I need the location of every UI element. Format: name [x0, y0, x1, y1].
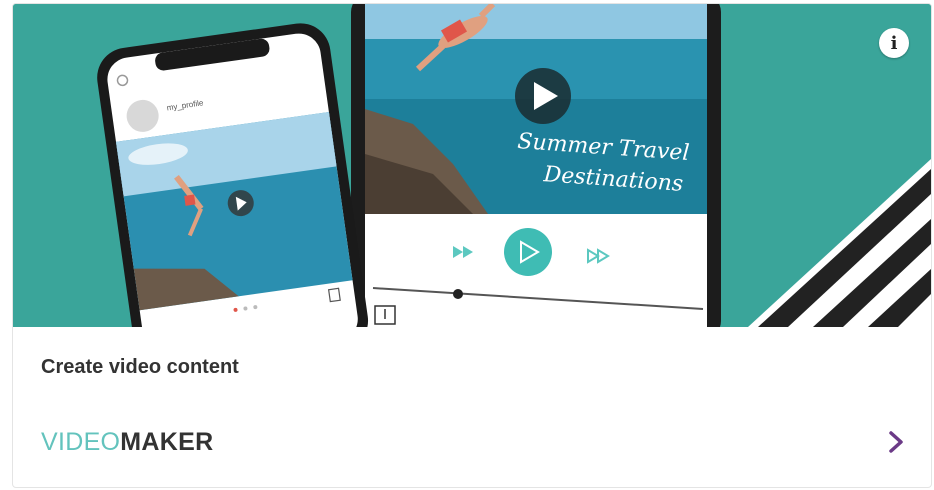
hero-illustration: Summer Travel Destinations my_profile i: [13, 4, 931, 327]
video-maker-card[interactable]: Summer Travel Destinations my_profile i …: [12, 3, 932, 488]
chevron-right-icon[interactable]: [885, 428, 907, 456]
hero-artwork: Summer Travel Destinations my_profile: [13, 4, 931, 327]
card-caption: Create video content: [41, 356, 239, 378]
info-icon: i: [890, 32, 898, 54]
info-button[interactable]: i: [879, 28, 909, 58]
brand-name-part1: VIDEO: [41, 428, 121, 456]
brand-name[interactable]: VIDEOMAKER: [41, 428, 213, 457]
phone-mockup: my_profile: [97, 23, 369, 327]
brand-name-part2: MAKER: [120, 428, 214, 456]
tablet-mockup: Summer Travel Destinations: [351, 4, 721, 327]
tablet-play-button: [504, 228, 552, 276]
